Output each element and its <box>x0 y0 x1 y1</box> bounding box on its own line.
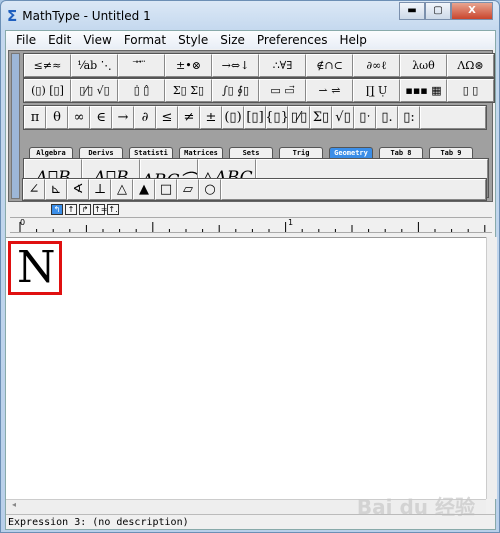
palette-button[interactable]: ⃗ ⃡ ⃛ <box>118 54 165 77</box>
client-area: File Edit View Format Style Size Preferences He… <box>5 30 497 530</box>
palette-button[interactable]: θ <box>46 106 68 129</box>
ruler[interactable]: 0 1 <box>10 217 492 233</box>
alignment-button[interactable]: ↑ <box>65 204 77 215</box>
alignment-button[interactable]: ↱ <box>79 204 91 215</box>
palette-button[interactable]: ▪▪▪ ▦ <box>400 79 447 102</box>
scroll-left-icon[interactable]: ◂ <box>12 500 16 509</box>
close-button[interactable]: X <box>451 2 493 20</box>
mathtype-sigma-icon: Σ <box>7 7 18 25</box>
ruler-mark-0: 0 <box>20 218 26 227</box>
menu-bar: File Edit View Format Style Size Preferences He… <box>6 31 495 49</box>
palette-row-2: (▯) [▯] ▯⁄▯ √▯ ▯̇ ▯̂ Σ▯ Σ▯ ∫▯ ∮▯ ▭ ▭⃗ ⇀ ⇌ ∏̲ Ụ ▪… <box>23 78 495 103</box>
palette-button[interactable]: → <box>112 106 134 129</box>
geometry-shape-button[interactable]: ⊥ <box>89 179 111 200</box>
equation-editor[interactable]: N <box>6 237 486 499</box>
geometry-shape-button[interactable]: △ <box>111 179 133 200</box>
palette-button[interactable]: ± <box>200 106 222 129</box>
mathtype-window: Σ MathType - Untitled 1 ▬ ▢ X File Edit Vi… <box>0 0 500 533</box>
geometry-shape-button[interactable]: ▲ <box>133 179 155 200</box>
alignment-button[interactable]: ↑. <box>107 204 119 215</box>
geometry-shapes: ∠ ⊾ ∢ ⊥ △ ▲ □ ▱ ○ <box>22 178 487 201</box>
selected-expression[interactable]: N <box>8 241 62 295</box>
palette-button[interactable]: √▯ <box>332 106 354 129</box>
palette-button[interactable]: ▭ ▭⃗ <box>259 79 306 102</box>
geometry-shape-button[interactable]: □ <box>155 179 177 200</box>
palette-button[interactable]: Σ▯ <box>310 106 332 129</box>
palette-button[interactable]: ▯ˑ <box>354 106 376 129</box>
palette-button[interactable]: (▯) [▯] <box>24 79 71 102</box>
geometry-shape-button[interactable]: ∠ <box>23 179 45 200</box>
palette-button[interactable]: ∂ <box>134 106 156 129</box>
alignment-button[interactable]: ↰ <box>51 204 63 215</box>
geometry-shape-button[interactable]: ∢ <box>67 179 89 200</box>
palette-button[interactable]: →⇔↓ <box>212 54 259 77</box>
geometry-shape-button[interactable]: ○ <box>199 179 221 200</box>
tab-statisti[interactable]: Statisti <box>129 147 173 158</box>
geometry-shape-button[interactable]: ▱ <box>177 179 199 200</box>
palette-button[interactable]: ∉∩⊂ <box>306 54 353 77</box>
tab-tab-9[interactable]: Tab 9 <box>429 147 473 158</box>
palette-button[interactable]: ΛΩ⊛ <box>447 54 494 77</box>
palette-button[interactable]: {▯} <box>266 106 288 129</box>
status-bar: Expression 3: (no description) <box>6 514 495 529</box>
tab-trig[interactable]: Trig <box>279 147 323 158</box>
geometry-shape-button[interactable]: ⊾ <box>45 179 67 200</box>
window-title: MathType - Untitled 1 <box>22 9 151 23</box>
menu-format[interactable]: Format <box>118 33 172 47</box>
palette-button[interactable]: ∏̲ Ụ <box>353 79 400 102</box>
alignment-button[interactable]: ↑= <box>93 204 107 215</box>
maximize-button[interactable]: ▢ <box>425 2 451 20</box>
palette-button[interactable]: ⅟ab ⋱ <box>71 54 118 77</box>
palette-button[interactable]: Σ▯ Σ▯ <box>165 79 212 102</box>
tab-algebra[interactable]: Algebra <box>29 147 73 158</box>
menu-edit[interactable]: Edit <box>42 33 77 47</box>
palette-button[interactable]: ∈ <box>90 106 112 129</box>
menu-view[interactable]: View <box>77 33 117 47</box>
palette-button[interactable]: ▯. <box>376 106 398 129</box>
palette-button[interactable]: ▯⁄▯ √▯ <box>71 79 118 102</box>
small-bar: π θ ∞ ∈ → ∂ ≤ ≠ ± (▯) [▯] {▯} ▯⁄▯ Σ▯ √▯ ▯ˑ ▯. ▯: <box>23 105 487 130</box>
minimize-button[interactable]: ▬ <box>399 2 425 20</box>
palette-button[interactable]: ±•⊗ <box>165 54 212 77</box>
menu-style[interactable]: Style <box>172 33 214 47</box>
palette-button[interactable]: ∫▯ ∮▯ <box>212 79 259 102</box>
alignment-buttons: ↰ ↑ ↱ ↑= ↑. <box>51 204 119 215</box>
palette-button[interactable]: ▯̇ ▯̂ <box>118 79 165 102</box>
shape-empty-slot <box>221 179 486 200</box>
palette-button[interactable]: λωθ <box>400 54 447 77</box>
menu-size[interactable]: Size <box>214 33 251 47</box>
ruler-mark-1: 1 <box>288 218 294 227</box>
palette-empty-slot <box>420 106 486 129</box>
ruler-ticks <box>19 222 486 232</box>
palette-button[interactable]: ∴∀∃ <box>259 54 306 77</box>
palette-button[interactable]: [▯] <box>244 106 266 129</box>
palette-button[interactable]: ≤ <box>156 106 178 129</box>
tab-matrices[interactable]: Matrices <box>179 147 223 158</box>
palette-button[interactable]: ▯⁄▯ <box>288 106 310 129</box>
palette-button[interactable]: ∞ <box>68 106 90 129</box>
palette-button[interactable]: ▯: <box>398 106 420 129</box>
menu-preferences[interactable]: Preferences <box>251 33 334 47</box>
menu-file[interactable]: File <box>10 33 42 47</box>
tab-geometry[interactable]: Geometry <box>329 147 373 158</box>
palette-row-1: ≤≠≈ ⅟ab ⋱⃗ ⃡ ⃛ ±•⊗ →⇔↓ ∴∀∃ ∉∩⊂ ∂∞ℓ λωθ ΛΩ⊛ <box>23 53 495 78</box>
vertical-scrollbar[interactable] <box>486 237 497 499</box>
palette-button[interactable]: ≤≠≈ <box>24 54 71 77</box>
title-bar: Σ MathType - Untitled 1 <box>7 7 151 25</box>
toolbar-grip[interactable] <box>11 53 20 199</box>
menu-help[interactable]: Help <box>333 33 372 47</box>
palette-button[interactable]: π <box>24 106 46 129</box>
palette-tabs: Algebra Derivs Statisti Matrices Sets Trig Geo… <box>29 147 473 158</box>
tab-sets[interactable]: Sets <box>229 147 273 158</box>
tab-derivs[interactable]: Derivs <box>79 147 123 158</box>
palette-button[interactable]: (▯) <box>222 106 244 129</box>
palette-button[interactable]: ∂∞ℓ <box>353 54 400 77</box>
palette-button[interactable]: ⇀ ⇌ <box>306 79 353 102</box>
tab-tab-8[interactable]: Tab 8 <box>379 147 423 158</box>
palette-button[interactable]: ≠ <box>178 106 200 129</box>
palette-button[interactable]: ▯ ▯ <box>447 79 494 102</box>
